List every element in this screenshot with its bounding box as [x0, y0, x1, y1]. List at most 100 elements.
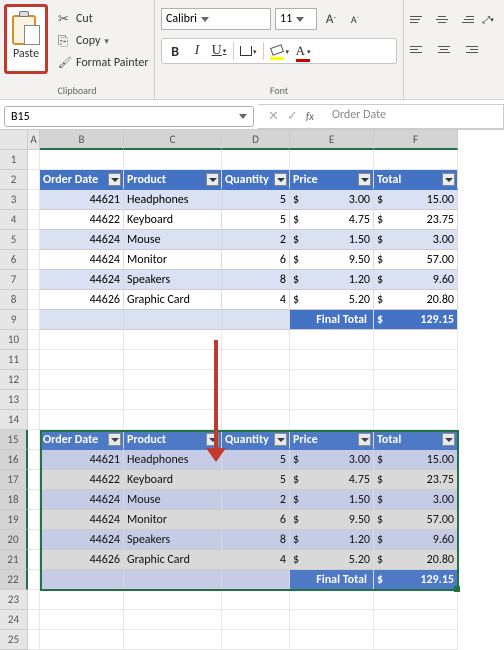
cell[interactable]: [28, 430, 40, 450]
format-painter-button[interactable]: Format Painter: [56, 52, 150, 74]
font-size-dropdown[interactable]: 11: [275, 8, 317, 30]
cell[interactable]: Speakers: [124, 270, 222, 290]
cell[interactable]: [28, 630, 40, 650]
cell[interactable]: [124, 590, 222, 610]
cell[interactable]: [28, 450, 40, 470]
cell[interactable]: $1.20: [290, 270, 374, 290]
cell[interactable]: [374, 610, 458, 630]
enter-icon[interactable]: ✓: [287, 109, 298, 124]
row-header[interactable]: 20: [0, 530, 28, 550]
cell[interactable]: [374, 370, 458, 390]
cell[interactable]: [28, 230, 40, 250]
align-middle-button[interactable]: [433, 10, 452, 28]
col-header-f[interactable]: F: [374, 130, 458, 150]
header-cell[interactable]: Price: [290, 170, 374, 190]
cell[interactable]: 44621: [40, 190, 124, 210]
cell[interactable]: [374, 350, 458, 370]
cell[interactable]: 44626: [40, 550, 124, 570]
cell[interactable]: [124, 310, 222, 330]
row-header[interactable]: 13: [0, 390, 28, 410]
fill-color-button[interactable]: ▾: [268, 40, 292, 62]
cell[interactable]: 6: [222, 510, 290, 530]
row-header[interactable]: 6: [0, 250, 28, 270]
col-header-d[interactable]: D: [222, 130, 290, 150]
orientation-button[interactable]: ⤢▾: [478, 8, 498, 30]
cell[interactable]: [28, 270, 40, 290]
cell[interactable]: [124, 330, 222, 350]
cell[interactable]: Final Total: [290, 310, 374, 330]
cell[interactable]: [124, 630, 222, 650]
cell[interactable]: [40, 310, 124, 330]
filter-button[interactable]: [274, 173, 287, 186]
italic-button[interactable]: I: [187, 40, 207, 62]
cell[interactable]: 4: [222, 290, 290, 310]
cell[interactable]: Speakers: [124, 530, 222, 550]
row-header[interactable]: 8: [0, 290, 28, 310]
cell[interactable]: [28, 570, 40, 590]
cell[interactable]: [374, 390, 458, 410]
underline-button[interactable]: U▾: [209, 40, 229, 62]
cell[interactable]: [222, 610, 290, 630]
cell[interactable]: [124, 370, 222, 390]
cell[interactable]: $9.60: [374, 270, 458, 290]
cell[interactable]: $9.50: [290, 510, 374, 530]
cell[interactable]: [28, 290, 40, 310]
cell[interactable]: [28, 410, 40, 430]
row-header[interactable]: 21: [0, 550, 28, 570]
cell[interactable]: [290, 390, 374, 410]
cell[interactable]: [290, 330, 374, 350]
cell[interactable]: $9.60: [374, 530, 458, 550]
cell[interactable]: [28, 610, 40, 630]
cancel-icon[interactable]: ✕: [268, 109, 279, 124]
cell[interactable]: [40, 150, 124, 170]
header-cell[interactable]: Product: [124, 170, 222, 190]
cell[interactable]: 5: [222, 210, 290, 230]
select-all-corner[interactable]: [0, 130, 28, 150]
increase-font-button[interactable]: Aˆ: [321, 8, 341, 30]
cell[interactable]: [124, 150, 222, 170]
cell[interactable]: $3.00: [290, 190, 374, 210]
cell[interactable]: 44621: [40, 450, 124, 470]
row-header[interactable]: 23: [0, 590, 28, 610]
header-cell[interactable]: Product: [124, 430, 222, 450]
cell[interactable]: 8: [222, 270, 290, 290]
paste-button[interactable]: Paste: [4, 4, 48, 74]
row-header[interactable]: 2: [0, 170, 28, 190]
filter-button[interactable]: [358, 173, 371, 186]
cell[interactable]: $9.50: [290, 250, 374, 270]
row-header[interactable]: 7: [0, 270, 28, 290]
col-header-e[interactable]: E: [290, 130, 374, 150]
cell[interactable]: $3.00: [374, 490, 458, 510]
row-header[interactable]: 24: [0, 610, 28, 630]
row-header[interactable]: 19: [0, 510, 28, 530]
cell[interactable]: [28, 470, 40, 490]
bold-button[interactable]: B: [165, 40, 185, 62]
cell[interactable]: [28, 510, 40, 530]
cell[interactable]: [222, 390, 290, 410]
cell[interactable]: $57.00: [374, 510, 458, 530]
cell[interactable]: 44624: [40, 270, 124, 290]
align-top-button[interactable]: [410, 10, 429, 28]
align-bottom-button[interactable]: [455, 10, 474, 28]
cell[interactable]: [222, 150, 290, 170]
cell[interactable]: 44624: [40, 250, 124, 270]
cell[interactable]: [374, 590, 458, 610]
cell[interactable]: $20.80: [374, 290, 458, 310]
cell[interactable]: 44624: [40, 230, 124, 250]
col-header-b[interactable]: B: [40, 130, 124, 150]
cell[interactable]: [28, 330, 40, 350]
header-cell[interactable]: Order Date: [40, 430, 124, 450]
cell[interactable]: 44626: [40, 290, 124, 310]
cell[interactable]: $4.75: [290, 470, 374, 490]
cell[interactable]: 4: [222, 550, 290, 570]
cell[interactable]: 44622: [40, 470, 124, 490]
filter-button[interactable]: [108, 433, 121, 446]
cell[interactable]: [290, 630, 374, 650]
cell[interactable]: [40, 630, 124, 650]
filter-button[interactable]: [442, 173, 455, 186]
cell[interactable]: Final Total: [290, 570, 374, 590]
cell[interactable]: [290, 590, 374, 610]
cell[interactable]: 5: [222, 450, 290, 470]
cell[interactable]: $3.00: [290, 450, 374, 470]
header-cell[interactable]: Quantity: [222, 170, 290, 190]
